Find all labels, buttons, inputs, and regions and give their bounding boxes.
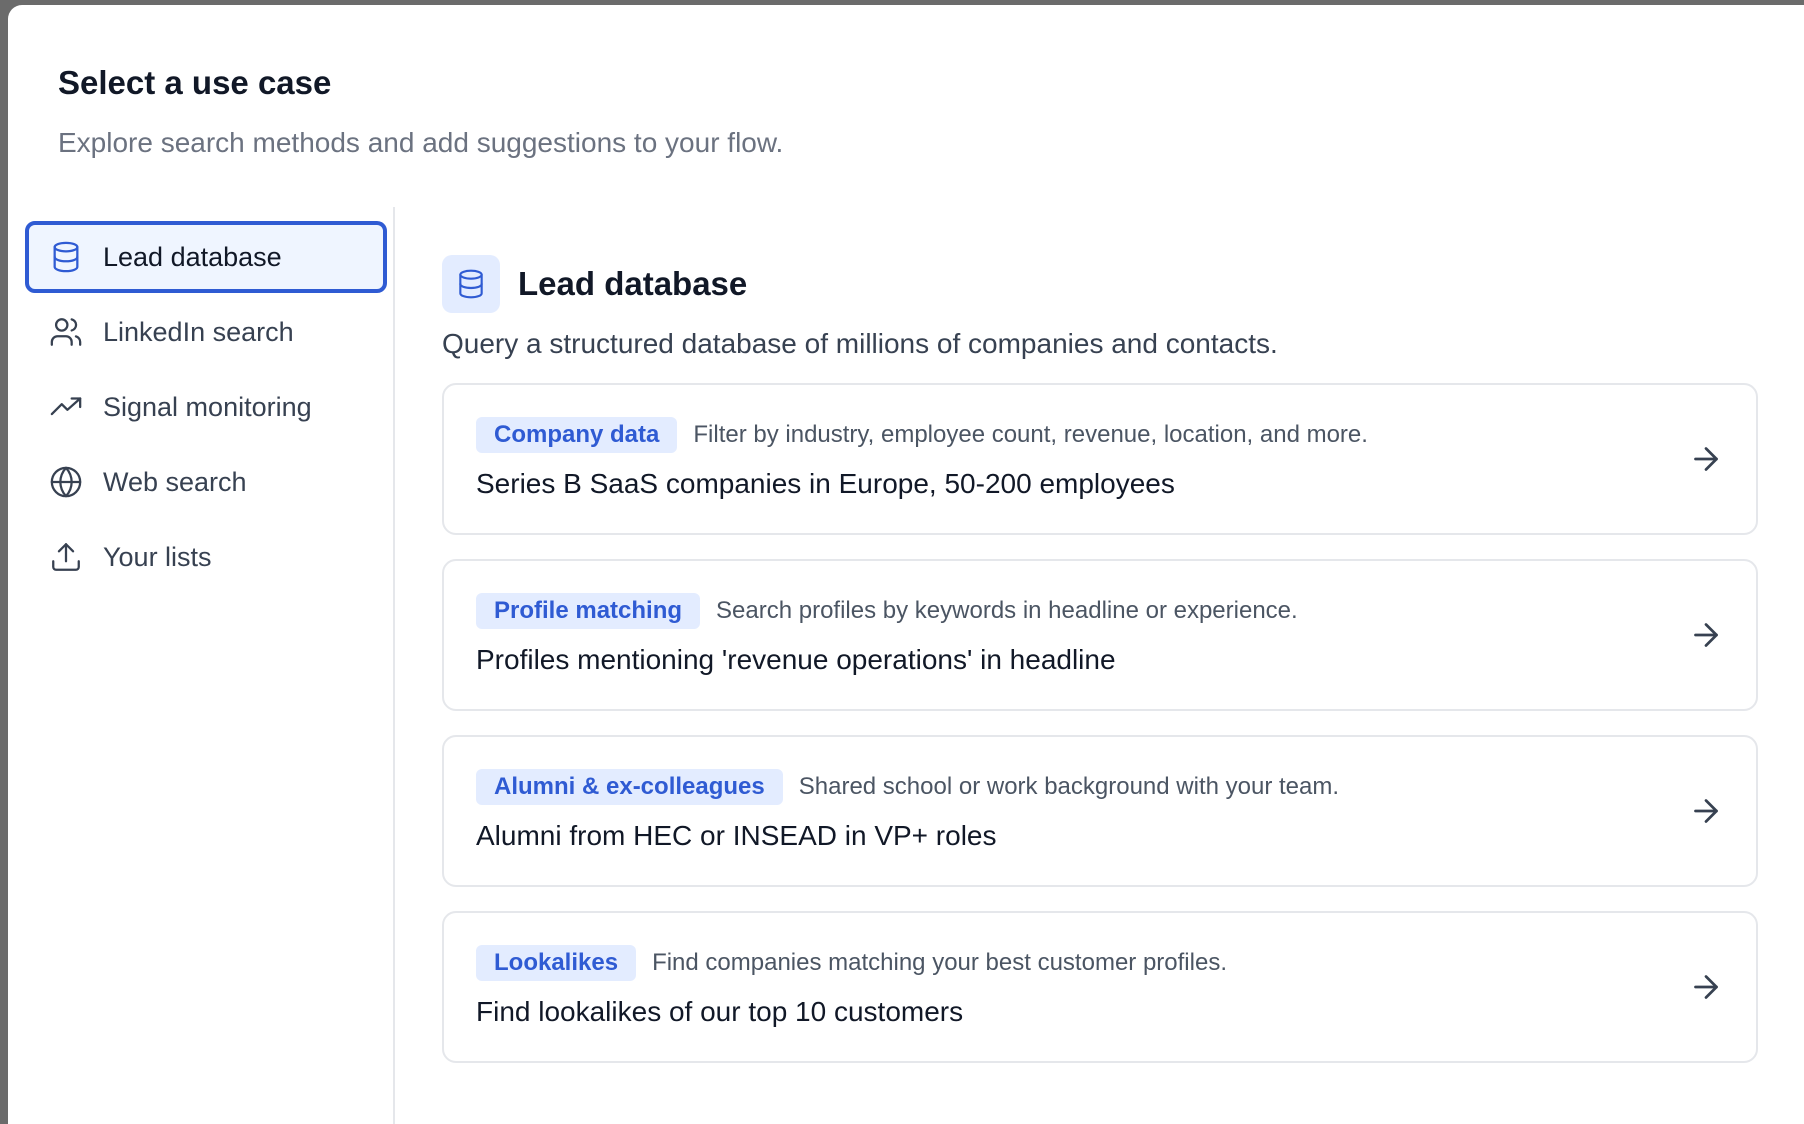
sidebar-item-label: Signal monitoring bbox=[103, 391, 312, 422]
card-description: Shared school or work background with yo… bbox=[798, 773, 1340, 800]
arrow-right-icon[interactable] bbox=[1688, 793, 1724, 829]
trending-up-icon bbox=[49, 390, 83, 424]
sidebar-item-label: Your lists bbox=[103, 541, 212, 572]
users-icon bbox=[49, 315, 83, 349]
sidebar-nav: Lead database LinkedIn search Signal mon… bbox=[25, 221, 387, 596]
section-header: Lead database bbox=[442, 255, 1758, 313]
arrow-right-icon[interactable] bbox=[1688, 969, 1724, 1005]
card-query: Profiles mentioning 'revenue operations'… bbox=[476, 644, 1116, 675]
card-query: Alumni from HEC or INSEAD in VP+ roles bbox=[476, 820, 997, 851]
card-description: Filter by industry, employee count, reve… bbox=[693, 421, 1368, 448]
card-header: Lookalikes Find companies matching your … bbox=[476, 945, 1227, 981]
sidebar-item-web-search[interactable]: Web search bbox=[25, 446, 387, 518]
sidebar-item-lead-database[interactable]: Lead database bbox=[25, 221, 387, 293]
card-badge: Lookalikes bbox=[476, 945, 637, 981]
upload-icon bbox=[49, 540, 83, 574]
use-case-panel: Lead database Query a structured databas… bbox=[442, 255, 1758, 1087]
sidebar-item-label: Web search bbox=[103, 466, 247, 497]
modal-subtitle: Explore search methods and add suggestio… bbox=[58, 127, 784, 158]
arrow-right-icon[interactable] bbox=[1688, 441, 1724, 477]
globe-icon bbox=[49, 465, 83, 499]
database-icon bbox=[49, 240, 83, 274]
modal-title: Select a use case bbox=[58, 64, 332, 101]
use-case-modal: Select a use case Explore search methods… bbox=[8, 5, 1804, 1124]
card-header: Alumni & ex-colleagues Shared school or … bbox=[476, 769, 1339, 805]
sidebar-item-label: Lead database bbox=[103, 241, 282, 272]
suggestion-card-profile-matching[interactable]: Profile matching Search profiles by keyw… bbox=[442, 559, 1758, 711]
section-description: Query a structured database of millions … bbox=[442, 328, 1278, 359]
sidebar-item-label: LinkedIn search bbox=[103, 316, 294, 347]
suggestion-card-alumni[interactable]: Alumni & ex-colleagues Shared school or … bbox=[442, 735, 1758, 887]
card-query: Find lookalikes of our top 10 customers bbox=[476, 996, 964, 1027]
card-badge: Profile matching bbox=[476, 593, 701, 629]
card-badge: Alumni & ex-colleagues bbox=[476, 769, 783, 805]
arrow-right-icon[interactable] bbox=[1688, 617, 1724, 653]
section-title: Lead database bbox=[518, 265, 748, 302]
card-badge: Company data bbox=[476, 417, 678, 453]
sidebar-item-linkedin-search[interactable]: LinkedIn search bbox=[25, 296, 387, 368]
suggestion-card-company-data[interactable]: Company data Filter by industry, employe… bbox=[442, 383, 1758, 535]
card-query: Series B SaaS companies in Europe, 50-20… bbox=[476, 468, 1175, 499]
card-header: Company data Filter by industry, employe… bbox=[476, 417, 1368, 453]
database-icon bbox=[442, 255, 500, 313]
sidebar-item-signal-monitoring[interactable]: Signal monitoring bbox=[25, 371, 387, 443]
card-header: Profile matching Search profiles by keyw… bbox=[476, 593, 1298, 629]
card-description: Find companies matching your best custom… bbox=[652, 949, 1227, 976]
suggestion-list: Company data Filter by industry, employe… bbox=[442, 383, 1758, 1063]
sidebar-item-your-lists[interactable]: Your lists bbox=[25, 521, 387, 593]
card-description: Search profiles by keywords in headline … bbox=[716, 597, 1298, 624]
suggestion-card-lookalikes[interactable]: Lookalikes Find companies matching your … bbox=[442, 911, 1758, 1063]
panel-divider bbox=[393, 207, 395, 1124]
